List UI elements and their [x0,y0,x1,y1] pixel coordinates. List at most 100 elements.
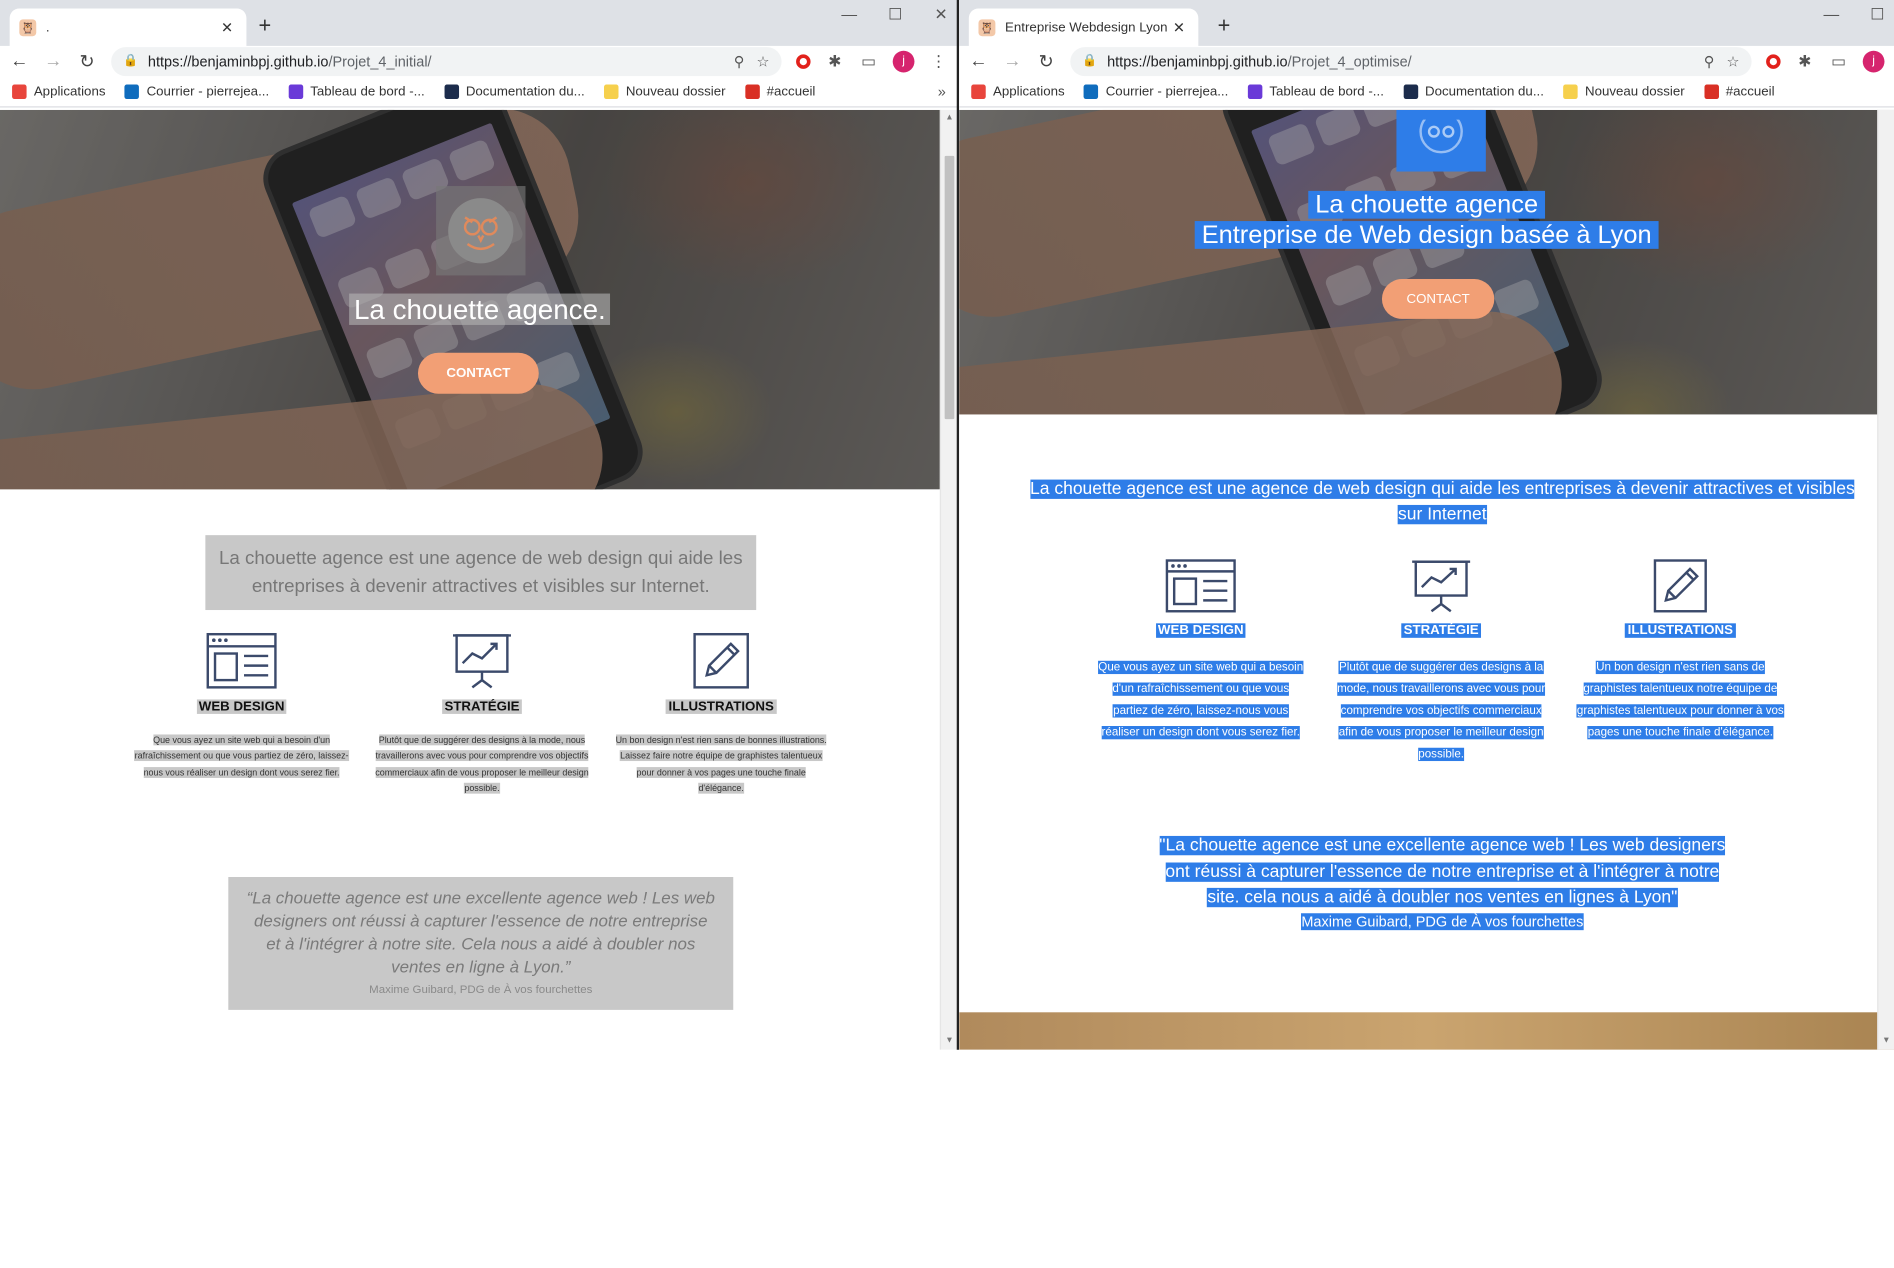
service-desc: Un bon design n'est rien sans de graphis… [1576,660,1784,740]
slack-icon [744,83,760,99]
profile-avatar[interactable]: j [1862,50,1885,72]
back-icon[interactable]: ← [969,51,988,72]
service-title: ILLUSTRATIONS [666,699,777,714]
bookmark-documentation[interactable]: Documentation du... [444,83,585,99]
service-desc: Plutôt que de suggérer des designs à la … [375,734,589,795]
zoom-icon[interactable]: ⚲ [1704,53,1715,70]
close-tab-icon[interactable]: ✕ [217,19,236,36]
service-title: ILLUSTRATIONS [1625,623,1736,638]
service-strategie: STRATÉGIE Plutôt que de suggérer des des… [374,632,589,796]
maximize-icon[interactable]: ☐ [1865,5,1889,24]
apps-grid-icon [12,83,27,99]
url-host: https://benjaminbpj.github.io [147,52,329,70]
testimonial-quote: "La chouette agence est une excellente a… [1152,834,1732,931]
forward-icon[interactable]: → [1003,51,1022,72]
bookmark-accueil[interactable]: #accueil [1704,83,1775,99]
pencil-square-icon [614,632,829,690]
forward-icon[interactable]: → [43,51,62,72]
extensions-puzzle-icon[interactable]: ✱ [825,51,844,70]
browser-window-icon [133,632,350,690]
service-desc: Que vous ayez un site web qui a besoin d… [134,734,349,778]
reload-icon[interactable]: ↻ [77,50,96,72]
bookmark-star-icon[interactable]: ☆ [1727,53,1740,70]
address-bar: ← → ↻ 🔒 https://benjaminbpj.github.io/Pr… [0,45,958,77]
scroll-down-icon[interactable]: ▼ [941,1033,958,1050]
scroll-down-icon[interactable]: ▼ [1878,1033,1894,1050]
maximize-icon[interactable]: ☐ [883,5,907,24]
tab-title: Entreprise Webdesign Lyon - La C [1005,20,1169,36]
menu-kebab-icon[interactable]: ⋮ [929,51,948,70]
bookmark-tableau[interactable]: Tableau de bord -... [288,83,425,99]
outlook-icon [1083,83,1099,99]
service-title: WEB DESIGN [196,699,287,714]
bookmark-documentation[interactable]: Documentation du... [1403,83,1544,99]
bookmark-tableau[interactable]: Tableau de bord -... [1247,83,1384,99]
bookmark-accueil[interactable]: #accueil [744,83,815,99]
cast-icon[interactable]: ▭ [859,51,878,70]
page-scrollbar[interactable]: ▼ [1877,109,1894,1050]
docs-icon [1403,83,1418,99]
browser-tab[interactable]: 🦉 Entreprise Webdesign Lyon - La C ✕ [968,8,1199,48]
service-web-design: WEB DESIGN Que vous ayez un site web qui… [1092,558,1309,742]
page-scrollbar[interactable]: ▲ ▼ [939,109,958,1050]
service-web-design: WEB DESIGN Que vous ayez un site web qui… [133,632,350,780]
owl-favicon-icon: 🦉 [978,19,996,37]
extensions-puzzle-icon[interactable]: ✱ [1795,51,1814,70]
hero-title: La chouette agence. [349,293,611,327]
url-path: /Projet_4_initial/ [328,52,432,70]
contact-button[interactable]: CONTACT [417,352,539,394]
intro-text: La chouette agence est une agence de web… [205,535,757,611]
service-illustrations: ILLUSTRATIONS Un bon design n'est rien s… [614,632,829,796]
minimize-icon[interactable]: — [1819,5,1843,24]
bookmark-courrier[interactable]: Courrier - pierrejea... [1083,83,1228,99]
bookmark-courrier[interactable]: Courrier - pierrejea... [124,83,269,99]
browser-window-right: 🦉 Entreprise Webdesign Lyon - La C ✕ + —… [959,0,1894,1050]
close-tab-icon[interactable]: ✕ [1169,19,1188,36]
profile-avatar[interactable]: j [892,50,915,72]
cast-icon[interactable]: ▭ [1829,51,1848,70]
opera-extension-icon[interactable] [1766,53,1781,69]
scroll-up-icon[interactable]: ▲ [941,110,958,127]
lock-icon[interactable]: 🔒 [123,54,138,67]
docs-icon [444,83,459,99]
url-field[interactable]: 🔒 https://benjaminbpj.github.io/Projet_4… [1070,46,1752,76]
bookmark-star-icon[interactable]: ☆ [756,53,769,70]
bookmarks-bar: Applications Courrier - pierrejea... Tab… [959,76,1894,108]
dashboard-icon [288,83,303,99]
contact-button[interactable]: CONTACT [1381,279,1495,319]
owl-favicon-icon: 🦉 [19,19,37,37]
page-viewport: La chouette agence. CONTACT La chouette … [0,109,958,1050]
opera-extension-icon[interactable] [796,53,811,69]
back-icon[interactable]: ← [10,51,29,72]
tab-title: . [45,20,50,36]
hero-section: La chouette agence. CONTACT [0,109,940,490]
service-illustrations: ILLUSTRATIONS Un bon design n'est rien s… [1570,558,1790,742]
scrollbar-thumb[interactable] [944,155,955,420]
service-desc: Que vous ayez un site web qui a besoin d… [1098,660,1304,740]
close-window-icon[interactable]: ✕ [929,5,953,24]
url-path: /Projet_4_optimise/ [1287,52,1412,70]
folder-icon [604,83,619,99]
lock-icon[interactable]: 🔒 [1082,54,1097,67]
browser-tab[interactable]: 🦉 . ✕ [9,8,247,48]
bookmark-folder[interactable]: Nouveau dossier [1563,83,1685,99]
folder-icon [1563,83,1578,99]
url-field[interactable]: 🔒 https://benjaminbpj.github.io/Projet_4… [111,46,782,76]
reload-icon[interactable]: ↻ [1036,50,1055,72]
new-tab-icon[interactable]: + [1218,13,1231,38]
bookmarks-more-icon[interactable]: » [938,83,946,100]
bookmark-folder[interactable]: Nouveau dossier [604,83,726,99]
dashboard-icon [1247,83,1263,99]
bookmark-applications[interactable]: Applications [971,83,1065,99]
address-bar: ← → ↻ 🔒 https://benjaminbpj.github.io/Pr… [959,45,1894,77]
zoom-icon[interactable]: ⚲ [734,53,745,70]
quote-author: Maxime Guibard, PDG de À vos fourchettes [1301,912,1584,930]
footer-image [959,1012,1894,1050]
service-title: STRATÉGIE [442,699,522,714]
bookmark-applications[interactable]: Applications [12,83,105,99]
new-tab-icon[interactable]: + [259,13,272,38]
minimize-icon[interactable]: — [837,5,861,24]
bookmarks-bar: Applications Courrier - pierrejea... Tab… [0,76,958,108]
window-controls: — ☐ ✕ [837,5,953,24]
apps-grid-icon [971,83,986,99]
